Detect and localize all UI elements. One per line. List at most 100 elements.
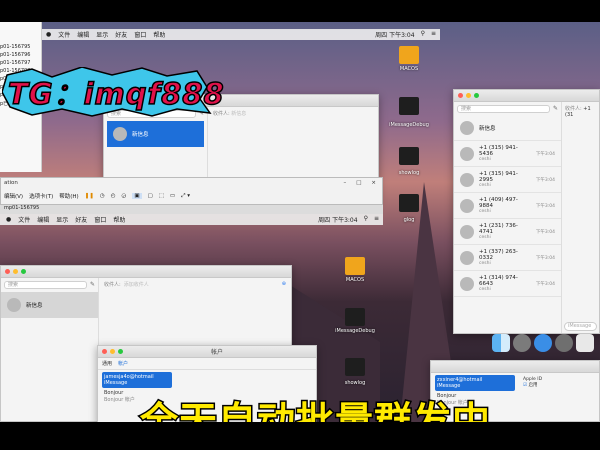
safari-icon[interactable]	[534, 334, 552, 352]
icon-label: showlog	[344, 380, 366, 386]
apple-icon[interactable]: ●	[46, 31, 51, 38]
fullscreen-icon[interactable]: ⬚	[159, 193, 164, 199]
menu-help-h[interactable]: 帮助(H)	[59, 192, 78, 200]
conversation-time: 下午3:04	[535, 229, 555, 235]
search-input[interactable]: 搜索	[4, 281, 87, 289]
zoom-icon[interactable]	[21, 269, 26, 274]
search-input[interactable]: 搜索	[457, 105, 550, 113]
compose-icon[interactable]: ✎	[90, 281, 95, 289]
close-icon[interactable]	[102, 349, 107, 354]
menu-window[interactable]: 窗口	[94, 215, 106, 224]
pause-icon[interactable]: ❚❚	[85, 193, 94, 199]
vm-list-item[interactable]: p01-156795	[0, 44, 41, 52]
minimize-icon[interactable]	[13, 269, 18, 274]
layout-icon[interactable]: ▣	[132, 193, 142, 199]
conversation-item[interactable]: 新信息	[1, 292, 98, 318]
snapshot-icon[interactable]: ◷	[100, 193, 105, 199]
minimize-icon[interactable]	[110, 349, 115, 354]
desktop-icon-imessagedebug[interactable]	[399, 97, 419, 115]
conversation-preview: ceshi	[479, 183, 491, 188]
script-editor-icon[interactable]	[576, 334, 594, 352]
launchpad-icon[interactable]	[513, 334, 531, 352]
menu-view[interactable]: 显示	[56, 215, 68, 224]
icon-label: MACOS	[399, 66, 419, 72]
conversation-name: +1 (315) 941-5436	[479, 145, 518, 157]
revert-icon[interactable]: ◴	[111, 193, 116, 199]
screen-recording-frame: ● 文件 编辑 显示 好友 窗口 帮助 周四 下午3:04 ⚲ ≡ p01-15…	[0, 22, 600, 422]
zoom-icon[interactable]	[118, 349, 123, 354]
menu-list-icon[interactable]: ≡	[431, 30, 436, 39]
recipient-input[interactable]: 新信息	[231, 111, 246, 117]
menu-edit-v[interactable]: 编辑(V)	[4, 192, 23, 200]
system-preferences-icon[interactable]	[555, 334, 573, 352]
conversation-item[interactable]: +1 (315) 941-2995 ceshi 下午3:04	[454, 167, 561, 193]
conversation-name: 新信息	[26, 303, 43, 309]
avatar	[460, 224, 474, 239]
conversation-item[interactable]: +1 (337) 263-0332 ceshi 下午3:04	[454, 245, 561, 271]
avatar	[460, 172, 474, 187]
conversation-time: 下午3:04	[535, 203, 555, 209]
tab-accounts[interactable]: 帐户	[118, 360, 128, 367]
close-icon[interactable]: ×	[371, 180, 376, 186]
menubar-clock[interactable]: 周四 下午3:04	[318, 215, 357, 224]
conversation-item[interactable]: 新信息	[107, 121, 204, 147]
vm-list-item[interactable]: p01-156796	[0, 52, 41, 60]
caption-text: 全天自动批量群发中...	[138, 398, 538, 423]
menu-view[interactable]: 显示	[96, 30, 108, 39]
settings-icon[interactable]: ◶	[122, 193, 127, 199]
menu-tabs-t[interactable]: 选项卡(T)	[29, 192, 53, 200]
enable-label: 启用	[528, 383, 538, 388]
menu-buddies[interactable]: 好友	[115, 30, 127, 39]
conversation-item[interactable]: +1 (314) 974-6643 ceshi 下午3:04	[454, 271, 561, 297]
menu-help[interactable]: 帮助	[153, 30, 165, 39]
menu-help[interactable]: 帮助	[113, 215, 125, 224]
conversation-time: 下午3:04	[535, 177, 555, 183]
conversation-item[interactable]: +1 (409) 497-9884 ceshi 下午3:04	[454, 193, 561, 219]
apple-icon[interactable]: ●	[6, 216, 11, 223]
stretch-icon[interactable]: ⤢ ▾	[181, 193, 190, 200]
menu-buddies[interactable]: 好友	[75, 215, 87, 224]
tab-general[interactable]: 通用	[102, 360, 112, 367]
conversation-preview: ceshi	[479, 287, 491, 292]
conversation-item[interactable]: +1 (315) 941-5436 ceshi 下午3:04	[454, 141, 561, 167]
window-icon[interactable]: ▢	[148, 193, 153, 199]
menubar-clock[interactable]: 周四 下午3:04	[375, 30, 414, 39]
account-item[interactable]: zxxiner4@hotmail iMessage	[435, 375, 515, 391]
close-icon[interactable]	[5, 269, 10, 274]
message-input[interactable]: iMessage	[564, 322, 597, 331]
desktop-icon-glog[interactable]	[399, 194, 419, 212]
conversation-item[interactable]: +1 (231) 736-4741 ceshi 下午3:04	[454, 219, 561, 245]
desktop-icon-imessagedebug[interactable]	[345, 308, 365, 326]
enable-checkbox[interactable]: ☑ 启用	[523, 382, 542, 388]
desktop-icon-macos[interactable]	[399, 46, 419, 64]
desktop-icon-showlog[interactable]	[399, 147, 419, 165]
desktop-icon-macos[interactable]	[345, 257, 365, 275]
menu-file[interactable]: 文件	[18, 215, 30, 224]
conversation-preview: ceshi	[479, 209, 491, 214]
zoom-icon[interactable]	[474, 93, 479, 98]
search-icon[interactable]: ⚲	[421, 30, 425, 39]
avatar	[460, 120, 474, 135]
search-icon[interactable]: ⚲	[364, 215, 368, 224]
compose-icon[interactable]: ✎	[553, 105, 558, 113]
menu-list-icon[interactable]: ≡	[374, 215, 379, 224]
avatar	[460, 276, 474, 291]
desktop-icon-showlog[interactable]	[345, 358, 365, 376]
icon-label: iMessageDebug	[389, 122, 429, 128]
console-icon[interactable]: ▭	[170, 193, 175, 199]
minimize-icon[interactable]: –	[343, 180, 346, 186]
inner-tab[interactable]: mp01-156795	[4, 205, 39, 211]
menu-file[interactable]: 文件	[58, 30, 70, 39]
finder-icon[interactable]	[492, 334, 510, 352]
maximize-icon[interactable]: □	[356, 180, 361, 186]
conversation-item[interactable]: 新信息	[454, 115, 561, 141]
menu-edit[interactable]: 编辑	[37, 215, 49, 224]
close-icon[interactable]	[458, 93, 463, 98]
window-titlebar	[454, 90, 599, 102]
conversation-name: +1 (231) 736-4741	[479, 223, 518, 235]
menu-edit[interactable]: 编辑	[77, 30, 89, 39]
minimize-icon[interactable]	[466, 93, 471, 98]
menu-window[interactable]: 窗口	[134, 30, 146, 39]
account-item[interactable]: jamesja4o@hotmail iMessage	[102, 372, 172, 388]
conversation-name: +1 (314) 974-6643	[479, 275, 518, 287]
